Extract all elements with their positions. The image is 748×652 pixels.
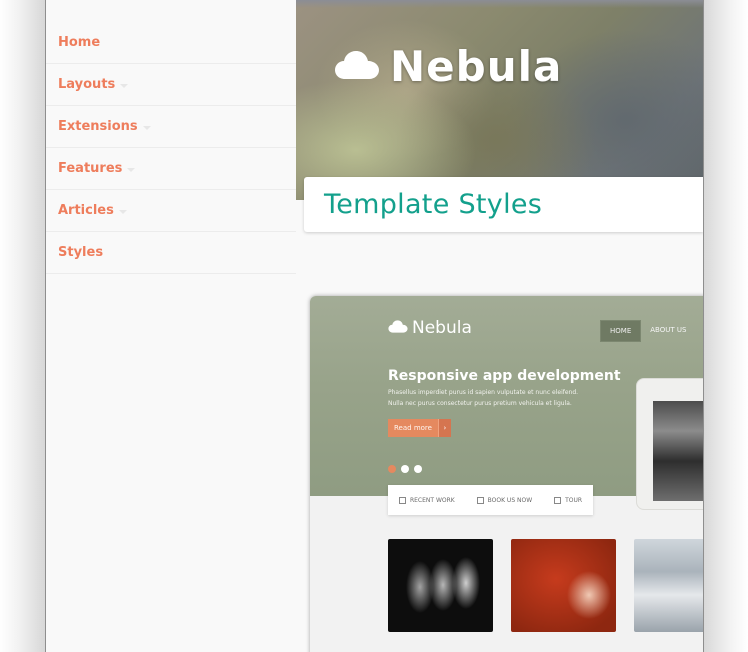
sidebar-item-styles[interactable]: Styles [46, 232, 296, 274]
preview-button-label: Read more [388, 419, 438, 437]
preview-logo: Nebula [388, 318, 472, 338]
preview-nav: HOME ABOUT US [600, 320, 695, 342]
sidebar-item-label: Extensions [58, 119, 138, 134]
preview-thumbnail-architecture [634, 539, 703, 632]
preview-read-more-button: Read more › [388, 419, 451, 437]
preview-tab-bar: RECENT WORK BOOK US NOW TOUR [388, 485, 593, 515]
sidebar-item-features[interactable]: Features [46, 148, 296, 190]
caret-down-icon [127, 167, 136, 172]
preview-nav-home: HOME [600, 320, 642, 342]
sidebar-item-label: Home [58, 35, 101, 50]
caret-down-icon [142, 125, 151, 130]
site-logo-link[interactable]: Nebula [334, 42, 562, 91]
sidebar-item-label: Styles [58, 245, 104, 260]
preview-tab-label: RECENT WORK [409, 496, 455, 504]
tour-icon [554, 496, 562, 504]
sidebar-item-articles[interactable]: Articles [46, 190, 296, 232]
sidebar-item-home[interactable]: Home [46, 22, 296, 64]
preview-thumbnail-redhead [511, 539, 616, 632]
site-title: Nebula [390, 42, 563, 91]
preview-tablet-device [636, 378, 703, 510]
preview-slider-dots [388, 465, 427, 473]
book-icon [476, 496, 484, 504]
page-frame: Home Layouts Extensions Features Article… [45, 0, 704, 652]
caret-down-icon [120, 83, 129, 88]
sidebar-item-extensions[interactable]: Extensions [46, 106, 296, 148]
preview-tab: RECENT WORK [398, 496, 455, 504]
preview-tab-label: BOOK US NOW [487, 496, 533, 504]
preview-tab: TOUR [554, 496, 583, 504]
page-shadow-left [0, 0, 46, 652]
sidebar-item-label: Articles [58, 203, 114, 218]
page-title-box: Template Styles [304, 177, 703, 232]
sidebar-item-label: Layouts [58, 77, 116, 92]
chevron-right-icon: › [437, 419, 451, 437]
template-preview-image: Nebula HOME ABOUT US Responsive app deve… [310, 296, 703, 652]
cloud-icon [388, 319, 408, 338]
page-shadow-right [702, 0, 748, 652]
check-icon [398, 496, 406, 504]
sidebar-item-label: Features [58, 161, 123, 176]
preview-nav-about: ABOUT US [650, 326, 687, 334]
header-top-shade [296, 0, 703, 8]
caret-down-icon [118, 209, 127, 214]
preview-thumbnail-faces [388, 539, 493, 632]
sidebar-nav: Home Layouts Extensions Features Article… [46, 0, 296, 652]
preview-site-title: Nebula [412, 318, 472, 338]
preview-heading: Responsive app development [388, 368, 621, 384]
page-title: Template Styles [324, 189, 543, 220]
slider-dot [414, 465, 422, 473]
preview-tablet-screen [653, 401, 703, 501]
sidebar-item-layouts[interactable]: Layouts [46, 64, 296, 106]
header-banner: Nebula [296, 0, 703, 200]
cloud-icon [334, 48, 380, 86]
slider-dot-active [388, 465, 396, 473]
preview-tab-label: TOUR [565, 496, 583, 504]
preview-tab: BOOK US NOW [476, 496, 533, 504]
slider-dot [401, 465, 409, 473]
preview-text-line: Phasellus imperdiet purus id sapien vulp… [388, 389, 579, 396]
preview-text-line: Nulla nec purus consectetur purus pretiu… [388, 400, 572, 407]
